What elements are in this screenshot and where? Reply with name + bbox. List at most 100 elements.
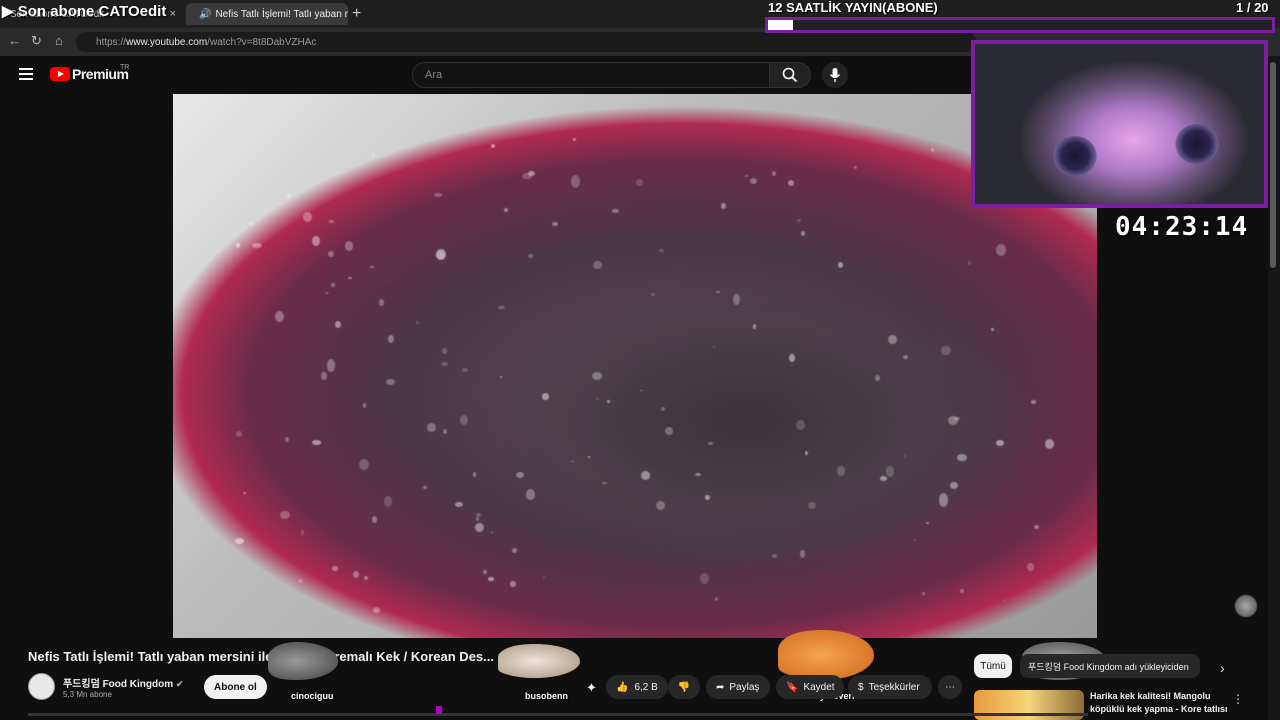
video-sparkle bbox=[472, 472, 477, 477]
video-sparkle bbox=[930, 147, 934, 152]
recommended-title[interactable]: Harika kek kalitesi! Mangolu köpüklü kek… bbox=[1090, 690, 1230, 716]
video-sparkle bbox=[837, 262, 843, 269]
bookmark-icon: 🔖 bbox=[786, 681, 799, 693]
video-sparkle bbox=[347, 276, 353, 280]
search-button[interactable] bbox=[769, 62, 811, 88]
region-code: TR bbox=[120, 64, 130, 71]
video-sparkle bbox=[459, 414, 468, 426]
subscriber-goal-bar bbox=[765, 17, 1275, 33]
video-sparkle bbox=[716, 291, 720, 294]
video-sparkle bbox=[772, 170, 777, 177]
thanks-label: Teşekkürler bbox=[868, 681, 920, 693]
video-sparkle bbox=[801, 230, 806, 236]
chevron-right-icon[interactable]: › bbox=[1220, 660, 1225, 676]
video-sparkle bbox=[516, 471, 525, 478]
video-sparkle bbox=[587, 455, 591, 459]
menu-icon[interactable] bbox=[19, 68, 33, 80]
video-sparkle bbox=[298, 578, 304, 583]
video-sparkle bbox=[607, 399, 610, 403]
video-sparkle bbox=[287, 193, 292, 198]
microphone-icon bbox=[829, 68, 841, 82]
video-sparkle bbox=[1034, 524, 1040, 529]
url-field[interactable]: https://www.youtube.com/watch?v=8t8DabVZ… bbox=[76, 32, 976, 52]
speaker-icon: 🔊 bbox=[199, 8, 212, 20]
video-sparkle bbox=[695, 472, 702, 476]
more-actions-button[interactable]: ⋯ bbox=[938, 675, 962, 699]
video-sparkle bbox=[732, 294, 741, 306]
chip-channel[interactable]: 푸드킹덤 Food Kingdom adı yükleyiciden bbox=[1020, 654, 1200, 678]
voice-search-button[interactable] bbox=[822, 62, 848, 88]
video-sparkle bbox=[922, 591, 925, 595]
video-sparkle bbox=[807, 501, 816, 510]
video-player[interactable] bbox=[173, 94, 1097, 638]
video-sparkle bbox=[887, 334, 897, 344]
search-icon bbox=[782, 67, 798, 83]
video-sparkle bbox=[359, 458, 370, 471]
video-sparkle bbox=[483, 569, 488, 575]
channel-avatar[interactable] bbox=[28, 673, 55, 700]
video-sparkle bbox=[995, 439, 1004, 446]
scrollbar-thumb[interactable] bbox=[1270, 62, 1276, 268]
like-button[interactable]: 👍 6,2 B bbox=[606, 675, 668, 699]
reload-icon[interactable]: ↻ bbox=[31, 33, 42, 49]
back-arrow-icon[interactable]: ← bbox=[8, 33, 21, 48]
video-sparkle bbox=[938, 492, 949, 507]
video-sparkle bbox=[275, 311, 285, 323]
share-button[interactable]: ➦ Paylaş bbox=[706, 675, 770, 699]
walking-cat bbox=[268, 642, 338, 680]
video-sparkle bbox=[573, 138, 576, 141]
video-sparkle bbox=[331, 283, 335, 288]
video-sparkle bbox=[660, 407, 666, 411]
video-sparkle bbox=[991, 327, 995, 332]
video-sparkle bbox=[659, 248, 665, 252]
video-sparkle bbox=[640, 389, 643, 392]
subscriber-goal-fill bbox=[768, 20, 794, 30]
video-sparkle bbox=[744, 175, 748, 178]
video-sparkle bbox=[372, 516, 378, 523]
tab-youtube[interactable]: 🔊 Nefis Tatlı İşlemi! Tatlı yaban m × bbox=[186, 3, 348, 25]
video-sparkle bbox=[302, 212, 312, 223]
thumbs-up-icon: 👍 bbox=[616, 681, 629, 693]
more-vert-icon[interactable]: ⋮ bbox=[1232, 692, 1244, 706]
like-count: 6,2 B bbox=[634, 681, 658, 693]
save-button[interactable]: 🔖 Kaydet bbox=[776, 675, 844, 699]
video-sparkle bbox=[509, 580, 516, 588]
webcam-cat-feed bbox=[971, 40, 1268, 208]
video-sparkle bbox=[475, 522, 484, 532]
video-sparkle bbox=[363, 575, 369, 580]
video-sparkle bbox=[996, 243, 1006, 257]
video-progress-bar[interactable] bbox=[28, 713, 1088, 716]
video-sparkle bbox=[385, 279, 389, 282]
close-icon[interactable]: × bbox=[170, 8, 176, 20]
video-sparkle bbox=[462, 368, 469, 372]
video-sparkle bbox=[284, 436, 290, 442]
video-sparkle bbox=[434, 192, 442, 197]
channel-name-text: 푸드킹덤 Food Kingdom bbox=[63, 679, 174, 690]
video-sparkle bbox=[301, 530, 305, 536]
channel-name[interactable]: 푸드킹덤 Food Kingdom ✔ bbox=[63, 675, 183, 690]
video-sparkle bbox=[491, 144, 495, 149]
subscribe-button[interactable]: Abone ol bbox=[204, 675, 267, 699]
search-input[interactable]: Ara bbox=[412, 62, 770, 88]
subscriber-goal-title: 12 SAATLİK YAYIN(ABONE) bbox=[768, 0, 938, 15]
video-sparkle bbox=[655, 500, 665, 511]
dislike-button[interactable]: 👎 bbox=[668, 675, 700, 699]
verified-icon: ✔ bbox=[175, 679, 184, 689]
video-sparkle bbox=[320, 372, 327, 381]
thanks-button[interactable]: $ Teşekkürler bbox=[848, 675, 932, 699]
youtube-logo-icon[interactable] bbox=[50, 67, 70, 81]
video-sparkle bbox=[491, 531, 494, 534]
stream-timer: 04:23:14 bbox=[1115, 212, 1249, 242]
video-sparkle bbox=[602, 481, 607, 485]
video-sparkle bbox=[665, 426, 674, 436]
new-tab-icon[interactable]: + bbox=[352, 5, 361, 23]
chip-all[interactable]: Tümü bbox=[974, 654, 1012, 678]
video-sparkle bbox=[371, 151, 376, 158]
url-prefix: https:// bbox=[96, 36, 127, 48]
sparkle-icon[interactable]: ✦ bbox=[586, 680, 597, 696]
video-sparkle bbox=[700, 572, 710, 584]
url-path: /watch?v=8t8DabVZHAc bbox=[207, 36, 317, 48]
home-icon[interactable]: ⌂ bbox=[55, 33, 63, 48]
video-sparkle bbox=[372, 607, 381, 613]
video-sparkle bbox=[571, 460, 574, 463]
